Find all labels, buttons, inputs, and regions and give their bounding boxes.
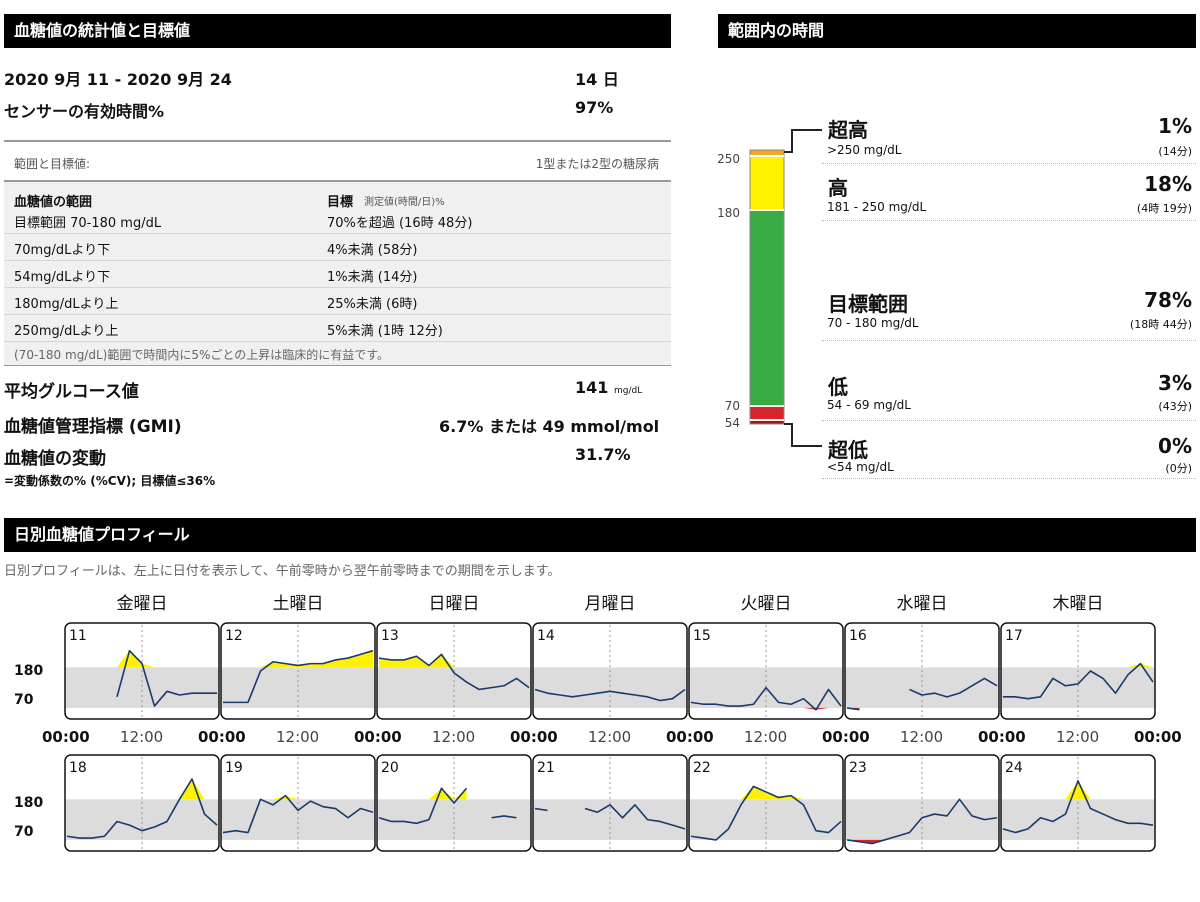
day-panel: 22 [688,754,844,852]
day-date-label: 15 [693,628,711,644]
day-date-label: 13 [381,628,399,644]
day-panel: 15 [688,622,844,720]
day-date-label: 19 [225,760,243,776]
day-date-label: 17 [1005,628,1023,644]
high-fill [391,659,404,668]
day-panel: 20 [376,754,532,852]
day-date-label: 11 [69,628,87,644]
day-date-label: 21 [537,760,555,776]
day-date-label: 20 [381,760,399,776]
day-panel: 18 [64,754,220,852]
day-date-label: 24 [1005,760,1023,776]
day-panel: 16 [844,622,1000,720]
day-panel: 21 [532,754,688,852]
day-date-label: 12 [225,628,243,644]
day-date-label: 23 [849,760,867,776]
day-date-label: 14 [537,628,555,644]
daily-profile-chart: 11 12 13 14 15 16 17 18 19 20 21 22 23 24 [64,622,1156,852]
day-panel: 17 [1000,622,1156,720]
day-date-label: 22 [693,760,711,776]
day-panel: 14 [532,622,688,720]
high-fill [142,663,155,668]
day-panel: 13 [376,622,532,720]
day-panel: 23 [844,754,1000,852]
day-panel: 24 [1000,754,1156,852]
day-panel: 12 [220,622,376,720]
day-date-label: 16 [849,628,867,644]
day-date-label: 18 [69,760,87,776]
day-panel: 11 [64,622,220,720]
day-panel: 19 [220,754,376,852]
